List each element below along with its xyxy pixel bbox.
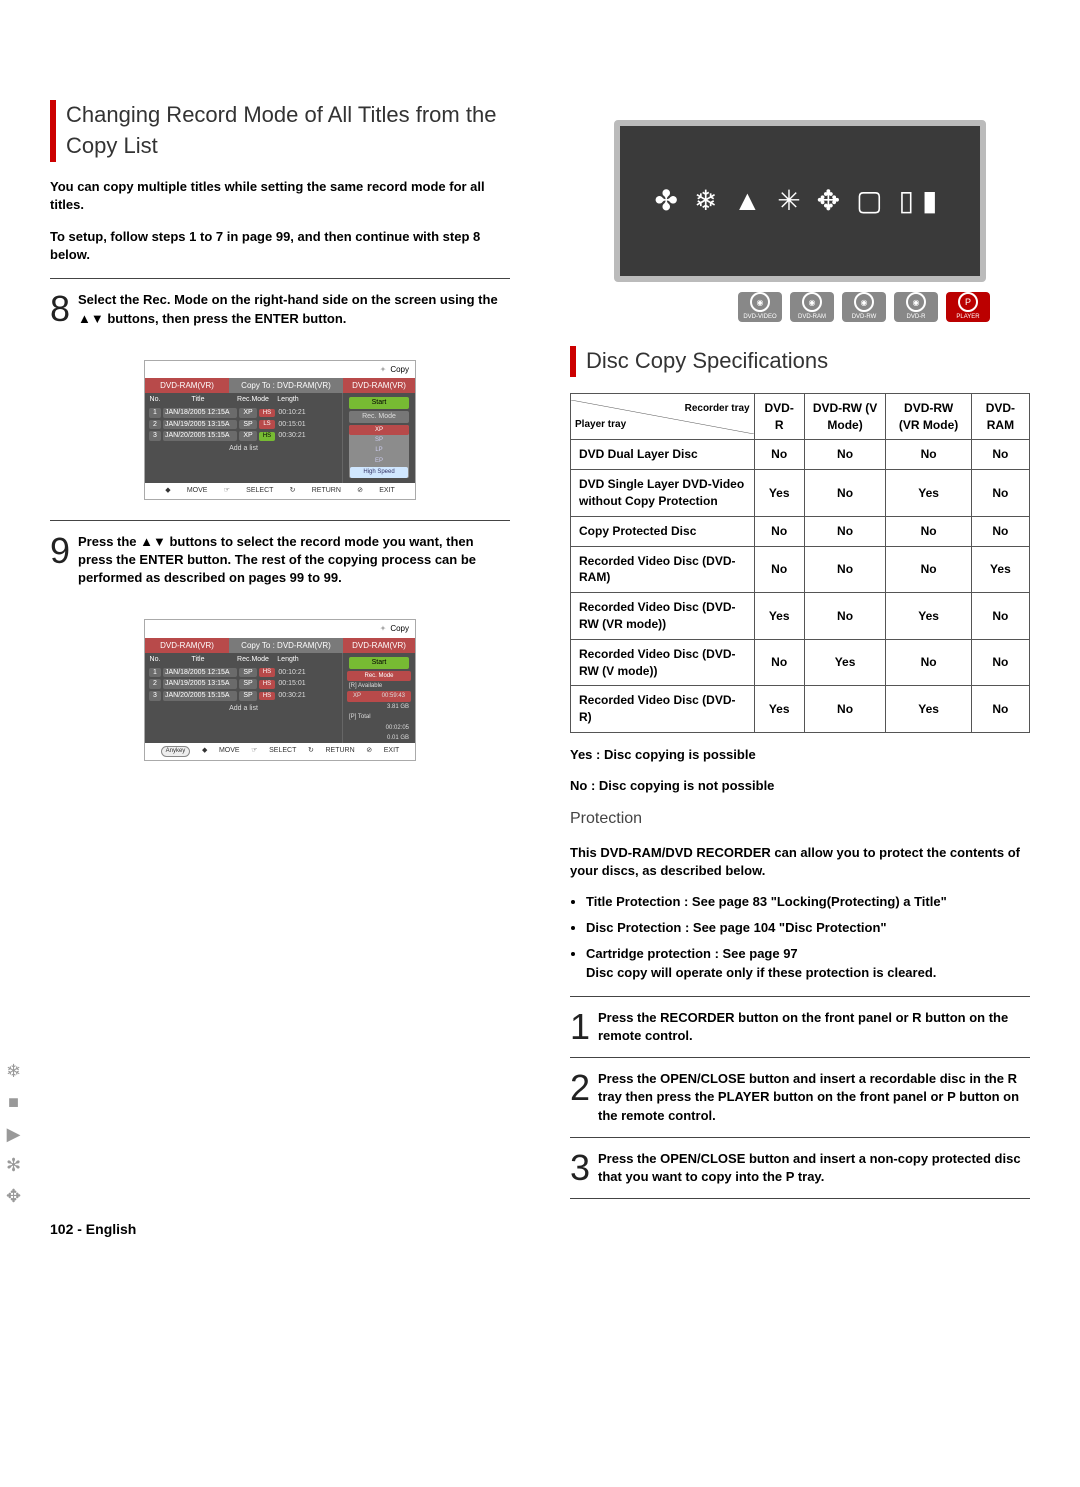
- triangle-icon: ▲: [733, 181, 769, 220]
- recmode-head: Rec. Mode: [347, 671, 411, 681]
- protection-list: Title Protection : See page 83 "Locking(…: [570, 893, 1030, 982]
- step-9-number: 9: [50, 533, 78, 588]
- table-row: Recorded Video Disc (DVD-R) Yes No Yes N…: [571, 686, 1030, 733]
- seg-dst: DVD-RAM(VR): [343, 378, 415, 393]
- square-icon: ▢: [856, 181, 890, 220]
- step-3-number: 3: [570, 1150, 598, 1186]
- clover-icon: ✤: [655, 181, 686, 220]
- spec-table: Recorder tray Player tray DVD-R DVD-RW (…: [570, 393, 1030, 733]
- square-icon: ■: [6, 1090, 21, 1115]
- disc-icons: ◉DVD-VIDEO ◉DVD-RAM ◉DVD-RW ◉DVD-R PPLAY…: [610, 292, 990, 322]
- copy-label: Copy: [390, 365, 409, 374]
- step-2-text: Press the OPEN/CLOSE button and insert a…: [598, 1070, 1030, 1125]
- play-icon: ▶: [6, 1122, 21, 1147]
- tv-illustration: ✤ ❄ ▲ ✳ ✥ ▢ ▯▮: [614, 120, 986, 282]
- start-button[interactable]: Start: [349, 657, 409, 669]
- double-square-icon: ▯▮: [899, 181, 946, 220]
- cross-arrows-icon: ✥: [817, 181, 848, 220]
- snowflake-icon: ❄: [6, 1059, 21, 1084]
- start-button[interactable]: Start: [349, 397, 409, 409]
- disc-dvd-r: ◉DVD-R: [894, 292, 938, 322]
- snow-icon: ❄: [694, 181, 725, 220]
- step-3-text: Press the OPEN/CLOSE button and insert a…: [598, 1150, 1030, 1186]
- page-number: 102 - English: [50, 1220, 136, 1240]
- sidebar-editing-icons: ❄ ■ ▶ ✻ ✥: [6, 1059, 21, 1209]
- disc-player: PPLAYER: [946, 292, 990, 322]
- disc-dvd-rw: ◉DVD-RW: [842, 292, 886, 322]
- protection-heading: Protection: [570, 808, 1030, 830]
- diamond-icon: ✥: [6, 1184, 21, 1209]
- step-1-text: Press the RECORDER button on the front p…: [598, 1009, 1030, 1045]
- heading-right: Disc Copy Specifications: [586, 346, 828, 377]
- recmode-field[interactable]: Rec. Mode: [349, 411, 409, 423]
- yes-note: Yes : Disc copying is possible: [570, 746, 1030, 764]
- step-8-number: 8: [50, 291, 78, 327]
- step-1-number: 1: [570, 1009, 598, 1045]
- table-row: DVD Single Layer DVD-Video without Copy …: [571, 470, 1030, 517]
- ui-screen-recmode: ✦Copy DVD-RAM(VR) Copy To : DVD-RAM(VR) …: [144, 360, 416, 500]
- step-9-text: Press the ▲▼ buttons to select the recor…: [78, 533, 510, 588]
- protection-intro: This DVD-RAM/DVD RECORDER can allow you …: [570, 844, 1030, 880]
- no-note: No : Disc copying is not possible: [570, 777, 1030, 795]
- table-row: Recorded Video Disc (DVD-RW (VR mode)) Y…: [571, 593, 1030, 640]
- table-row: DVD Dual Layer Disc No No No No: [571, 440, 1030, 470]
- asterisk-icon: ✳: [777, 181, 808, 220]
- seg-copyto: Copy To : DVD-RAM(VR): [229, 378, 343, 393]
- disc-dvd-video: ◉DVD-VIDEO: [738, 292, 782, 322]
- sparkle-icon: ✻: [6, 1153, 21, 1178]
- table-row: Recorded Video Disc (DVD-RW (V mode)) No…: [571, 639, 1030, 686]
- disc-dvd-ram: ◉DVD-RAM: [790, 292, 834, 322]
- seg-src: DVD-RAM(VR): [145, 378, 229, 393]
- table-row: Copy Protected Disc No No No No: [571, 516, 1030, 546]
- heading-left: Changing Record Mode of All Titles from …: [66, 100, 510, 162]
- table-row: Recorded Video Disc (DVD-RAM) No No No Y…: [571, 546, 1030, 593]
- step-2-number: 2: [570, 1070, 598, 1125]
- ui-screen-copying: ✦Copy DVD-RAM(VR) Copy To : DVD-RAM(VR) …: [144, 619, 416, 760]
- para-setup: To setup, follow steps 1 to 7 in page 99…: [50, 228, 510, 264]
- step-8-text: Select the Rec. Mode on the right-hand s…: [78, 291, 510, 327]
- para-multi-copy: You can copy multiple titles while setti…: [50, 178, 510, 214]
